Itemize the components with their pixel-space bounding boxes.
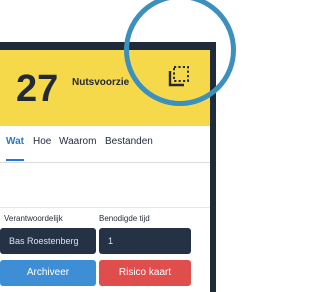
responsible-field[interactable]: Bas Roestenberg	[0, 228, 96, 254]
active-tab-indicator	[6, 159, 24, 161]
time-field[interactable]: 1	[99, 228, 191, 254]
copy-icon[interactable]	[167, 64, 191, 88]
time-label: Benodigde tijd	[99, 214, 150, 223]
task-header: 27 Nutsvoorzie	[0, 50, 210, 126]
responsible-label: Verantwoordelijk	[4, 214, 63, 223]
task-title: Nutsvoorzie	[72, 77, 130, 88]
section-divider	[0, 207, 210, 208]
tab-wat[interactable]: Wat	[6, 136, 24, 147]
risk-map-button[interactable]: Risico kaart	[99, 260, 191, 286]
tab-bar: Wat Hoe Waarom Bestanden	[0, 126, 210, 163]
tab-content	[0, 163, 210, 213]
device-frame-top	[0, 42, 216, 50]
app-screen: 27 Nutsvoorzie Wat Hoe Waarom Bestanden …	[0, 50, 210, 290]
tab-bestanden[interactable]: Bestanden	[105, 136, 153, 147]
device-frame-right	[210, 42, 216, 292]
task-number: 27	[16, 68, 59, 110]
tab-waarom[interactable]: Waarom	[59, 136, 96, 147]
tab-hoe[interactable]: Hoe	[33, 136, 51, 147]
archive-button[interactable]: Archiveer	[0, 260, 96, 286]
